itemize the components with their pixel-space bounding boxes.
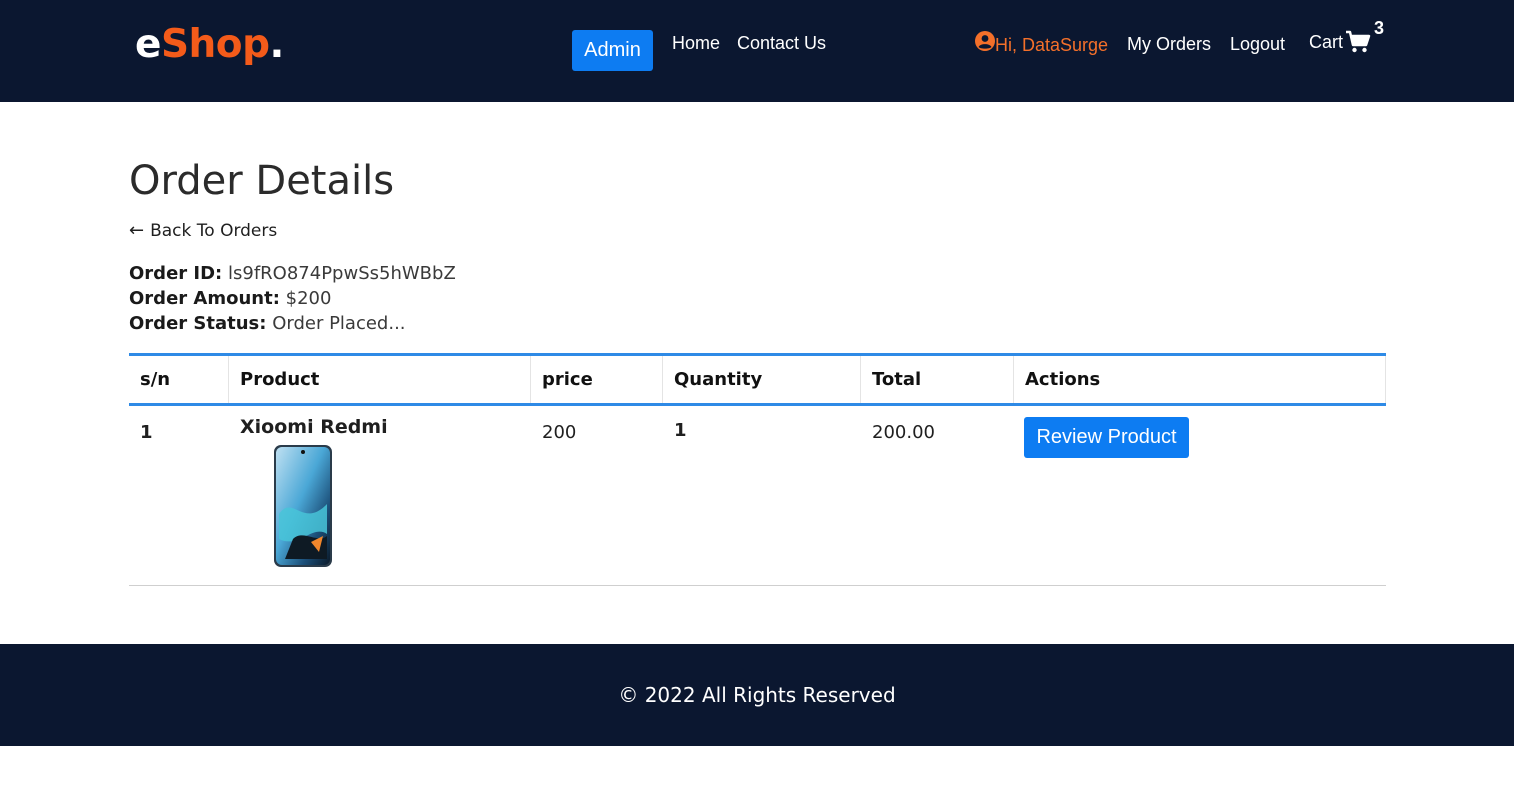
logo-prefix: e <box>135 22 161 67</box>
order-id-value: ls9fRO874PpwSs5hWBbZ <box>228 263 456 284</box>
table-header: s/n Product price Quantity Total Actions <box>129 353 1386 406</box>
order-status-line: Order Status: Order Placed... <box>129 313 406 334</box>
logo-brand: Shop <box>160 22 270 67</box>
shopping-cart-icon <box>1345 30 1371 54</box>
cart-label: Cart <box>1309 31 1344 52</box>
product-image[interactable] <box>273 444 333 568</box>
row-total: 200.00 <box>872 422 935 443</box>
cart-link[interactable]: Cart <box>1309 30 1371 54</box>
back-to-orders-label: Back To Orders <box>150 220 278 241</box>
order-amount-line: Order Amount: $200 <box>129 288 331 309</box>
order-amount-value: $200 <box>285 288 332 309</box>
cart-count-badge: 3 <box>1374 18 1385 38</box>
nav-my-orders-link[interactable]: My Orders <box>1127 34 1211 55</box>
order-amount-label: Order Amount: <box>129 288 280 309</box>
nav-logout-link[interactable]: Logout <box>1230 34 1285 55</box>
user-circle-icon <box>975 30 995 51</box>
arrow-left-icon: ← <box>129 220 145 241</box>
row-price: 200 <box>542 422 577 443</box>
row-quantity: 1 <box>674 420 687 441</box>
table-row: 1 Xioomi Redmi 200 1 200.00 Review Produ… <box>129 406 1386 586</box>
top-navbar: eShop. Admin Home Contact Us Hi, DataSur… <box>0 0 1514 102</box>
eshop-logo[interactable]: eShop. <box>135 22 284 67</box>
order-status-label: Order Status: <box>129 313 267 334</box>
page-title: Order Details <box>129 158 395 204</box>
admin-button[interactable]: Admin <box>572 30 653 71</box>
column-header-quantity: Quantity <box>663 356 861 403</box>
column-header-sn: s/n <box>129 356 229 403</box>
nav-contact-link[interactable]: Contact Us <box>737 33 826 54</box>
back-to-orders-link[interactable]: ← Back To Orders <box>129 220 277 241</box>
review-product-button[interactable]: Review Product <box>1024 417 1189 458</box>
user-greeting[interactable]: Hi, DataSurge <box>975 30 1108 55</box>
row-product: Xioomi Redmi <box>240 416 388 568</box>
nav-home-link[interactable]: Home <box>672 33 720 54</box>
order-id-label: Order ID: <box>129 263 223 284</box>
logo-suffix: . <box>269 22 285 67</box>
footer-copyright: © 2022 All Rights Reserved <box>618 683 896 707</box>
user-greeting-label: Hi, DataSurge <box>995 35 1109 55</box>
column-header-product: Product <box>229 356 531 403</box>
column-header-total: Total <box>861 356 1014 403</box>
column-header-price: price <box>531 356 663 403</box>
order-id-line: Order ID: ls9fRO874PpwSs5hWBbZ <box>129 263 456 284</box>
column-header-actions: Actions <box>1014 356 1386 403</box>
footer: © 2022 All Rights Reserved <box>0 644 1514 746</box>
order-status-value: Order Placed... <box>272 313 406 334</box>
row-sn: 1 <box>140 422 153 443</box>
product-name[interactable]: Xioomi Redmi <box>240 416 388 438</box>
